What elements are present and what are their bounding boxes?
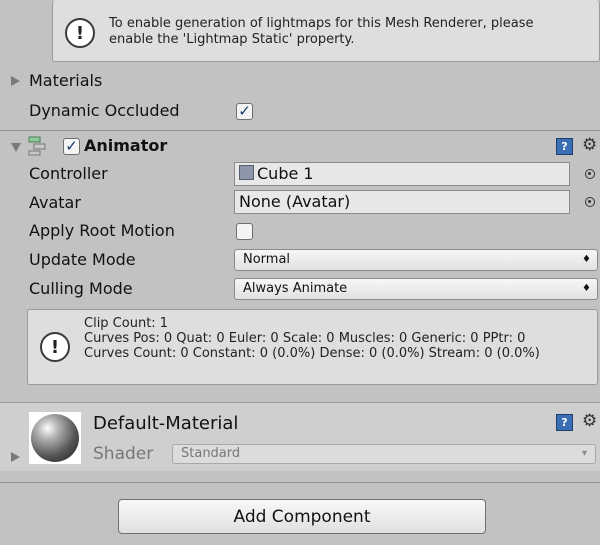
object-picker-icon[interactable] <box>585 197 595 207</box>
chevron-down-icon: ▾ <box>581 448 587 459</box>
curves-count-text: Curves Count: 0 Constant: 0 (0.0%) Dense… <box>84 346 540 361</box>
shader-value: Standard <box>181 446 241 461</box>
culling-mode-value: Always Animate <box>243 281 348 296</box>
animator-foldout-arrow-icon[interactable] <box>11 143 21 152</box>
material-preview-sphere <box>29 412 81 464</box>
gear-icon[interactable]: ⚙ <box>582 413 597 430</box>
component-separator <box>0 130 600 131</box>
culling-mode-label: Culling Mode <box>29 279 133 298</box>
update-mode-value: Normal <box>243 252 291 267</box>
dropdown-arrows-icon: ♦ <box>582 254 591 265</box>
lightmap-help-line1: To enable generation of lightmaps for th… <box>109 16 534 31</box>
materials-foldout-arrow-icon[interactable] <box>11 76 20 86</box>
animator-controller-icon <box>239 165 254 180</box>
clip-count-text: Clip Count: 1 <box>84 316 169 331</box>
curves-pos-text: Curves Pos: 0 Quat: 0 Euler: 0 Scale: 0 … <box>84 331 526 346</box>
animator-title: Animator <box>84 136 168 155</box>
avatar-field[interactable]: None (Avatar) <box>234 190 570 214</box>
lightmap-help-box: ! To enable generation of lightmaps for … <box>52 0 600 62</box>
materials-label[interactable]: Materials <box>29 71 102 90</box>
lightmap-help-line2: enable the 'Lightmap Static' property. <box>109 32 355 47</box>
animator-info-box: ! Clip Count: 1 Curves Pos: 0 Quat: 0 Eu… <box>27 309 598 385</box>
help-book-icon[interactable]: ? <box>556 138 573 155</box>
update-mode-label: Update Mode <box>29 250 136 269</box>
material-foldout-arrow-icon[interactable] <box>11 452 20 462</box>
dropdown-arrows-icon: ♦ <box>582 283 591 294</box>
dynamic-occluded-checkbox[interactable]: ✓ <box>236 103 253 120</box>
controller-label: Controller <box>29 164 108 183</box>
animator-enabled-checkbox[interactable]: ✓ <box>63 138 80 155</box>
add-component-button[interactable]: Add Component <box>118 499 486 534</box>
shader-label: Shader <box>93 444 154 464</box>
object-picker-icon[interactable] <box>585 169 595 179</box>
warning-icon: ! <box>65 18 95 48</box>
material-name: Default-Material <box>93 413 239 434</box>
apply-root-motion-label: Apply Root Motion <box>29 221 175 240</box>
apply-root-motion-checkbox[interactable] <box>236 223 253 240</box>
controller-field[interactable]: Cube 1 <box>234 162 570 186</box>
culling-mode-dropdown[interactable]: Always Animate ♦ <box>234 278 598 300</box>
update-mode-dropdown[interactable]: Normal ♦ <box>234 249 598 271</box>
controller-value: Cube 1 <box>257 164 314 183</box>
shader-dropdown[interactable]: Standard ▾ <box>172 444 596 464</box>
animator-component-icon <box>27 136 47 156</box>
dynamic-occluded-label: Dynamic Occluded <box>29 101 180 120</box>
warning-icon: ! <box>40 332 70 362</box>
component-separator <box>0 482 600 483</box>
gear-icon[interactable]: ⚙ <box>582 137 597 154</box>
avatar-label: Avatar <box>29 193 81 212</box>
material-section: Default-Material ? ⚙ Shader Standard ▾ <box>0 403 600 471</box>
help-book-icon[interactable]: ? <box>556 414 573 431</box>
